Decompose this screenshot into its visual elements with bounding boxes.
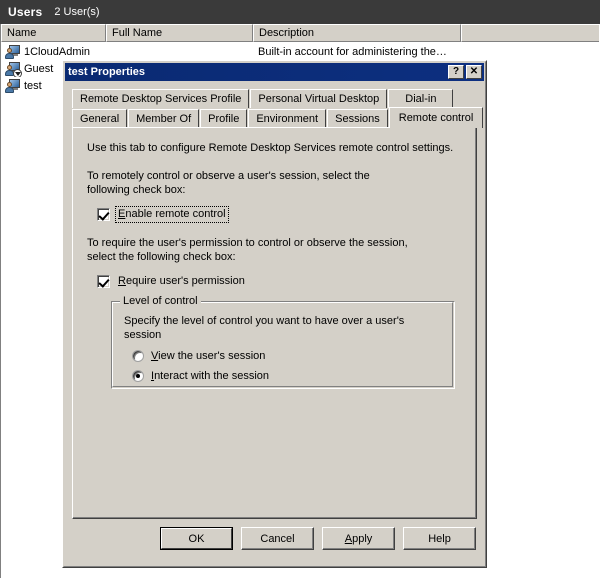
enable-remote-control-row[interactable]: Enable remote control — [97, 206, 461, 223]
cancel-button-label: Cancel — [260, 532, 295, 545]
tab-row-bottom: General Member Of Profile Environment Se… — [72, 107, 484, 128]
column-header-row: Name Full Name Description — [1, 24, 600, 42]
tab-row-top: Remote Desktop Services Profile Personal… — [72, 87, 477, 108]
column-header-blank[interactable] — [461, 24, 600, 42]
column-header-full-name[interactable]: Full Name — [106, 24, 253, 42]
user-disabled-icon — [5, 61, 22, 77]
column-header-description[interactable]: Description — [253, 24, 461, 42]
apply-button[interactable]: Apply — [322, 527, 395, 550]
close-icon[interactable]: ✕ — [466, 65, 482, 79]
user-icon — [5, 44, 21, 60]
interact-session-row[interactable]: Interact with the session — [132, 370, 442, 382]
list-item-description-cell: Built-in account for administering the… — [258, 45, 447, 58]
tab-panel-content: Use this tab to configure Remote Desktop… — [73, 128, 476, 518]
tab-label: Remote control — [398, 112, 474, 124]
cancel-button[interactable]: Cancel — [241, 527, 314, 550]
tab-label: Remote Desktop Services Profile — [80, 93, 242, 105]
require-user-permission-checkbox[interactable] — [97, 275, 110, 288]
intro-text: Use this tab to configure Remote Desktop… — [87, 142, 454, 154]
tab-member-of[interactable]: Member Of — [128, 109, 200, 128]
test-properties-dialog: test Properties ? ✕ Remote Desktop Servi… — [62, 60, 487, 568]
apply-button-label: Apply — [344, 532, 373, 545]
level-of-control-groupbox: Level of control Specify the level of co… — [111, 295, 455, 389]
help-titlebar-icon[interactable]: ? — [448, 65, 464, 79]
list-item-label: 1CloudAdmin — [24, 45, 91, 58]
ok-button[interactable]: OK — [160, 527, 233, 550]
tab-strip: Remote Desktop Services Profile Personal… — [72, 87, 484, 128]
enable-remote-control-label[interactable]: Enable remote control — [115, 206, 229, 223]
level-of-control-description: Specify the level of control you want to… — [124, 315, 405, 341]
user-icon — [5, 78, 21, 94]
table-row[interactable]: 1CloudAdmin Built-in account for adminis… — [2, 43, 600, 60]
interact-session-label[interactable]: Interact with the session — [151, 370, 269, 382]
list-item-label: Guest — [24, 62, 54, 75]
tab-environment[interactable]: Environment — [248, 109, 327, 128]
dialog-title-bar[interactable]: test Properties ? ✕ — [65, 63, 484, 81]
view-session-label[interactable]: View the user's session — [151, 350, 265, 362]
user-count-label: 2 User(s) — [54, 6, 100, 18]
tab-label: Dial-in — [405, 93, 437, 105]
remote-control-tab-panel: Use this tab to configure Remote Desktop… — [72, 127, 477, 519]
tab-sessions[interactable]: Sessions — [327, 109, 388, 128]
tab-dial-in[interactable]: Dial-in — [388, 89, 454, 108]
tab-label: Member Of — [136, 113, 192, 125]
tab-label: Profile — [208, 113, 240, 125]
interact-session-radio[interactable] — [132, 370, 144, 382]
tab-general[interactable]: General — [72, 109, 128, 128]
level-of-control-title: Level of control — [120, 295, 201, 307]
instruction-text-2: To require the user's permission to cont… — [87, 237, 408, 263]
tab-label: Environment — [256, 113, 319, 125]
tab-profile[interactable]: Profile — [200, 109, 248, 128]
enable-remote-control-checkbox[interactable] — [97, 208, 110, 221]
tab-remote-desktop-services-profile[interactable]: Remote Desktop Services Profile — [72, 89, 250, 108]
list-item-label: test — [24, 79, 42, 92]
list-item-name-cell: 1CloudAdmin — [2, 44, 106, 60]
view-session-radio[interactable] — [132, 350, 144, 362]
tab-label: General — [80, 113, 120, 125]
tab-remote-control[interactable]: Remote control — [388, 107, 484, 128]
tab-personal-virtual-desktop[interactable]: Personal Virtual Desktop — [250, 89, 388, 108]
help-button[interactable]: Help — [403, 527, 476, 550]
users-header-band: Users 2 User(s) — [0, 0, 600, 24]
page-title: Users — [8, 5, 43, 19]
require-user-permission-label[interactable]: Require user's permission — [116, 274, 247, 289]
ok-button-label: OK — [188, 532, 205, 545]
instruction-text-1: To remotely control or observe a user's … — [87, 170, 370, 196]
dialog-title: test Properties — [68, 66, 146, 78]
tab-label: Sessions — [335, 113, 380, 125]
require-permission-row[interactable]: Require user's permission — [97, 274, 461, 289]
column-header-name[interactable]: Name — [1, 24, 106, 42]
view-session-row[interactable]: View the user's session — [132, 350, 442, 362]
tab-label: Personal Virtual Desktop — [258, 93, 380, 105]
help-button-label: Help — [428, 532, 451, 545]
dialog-button-bar: OK Cancel Apply Help — [63, 527, 486, 565]
